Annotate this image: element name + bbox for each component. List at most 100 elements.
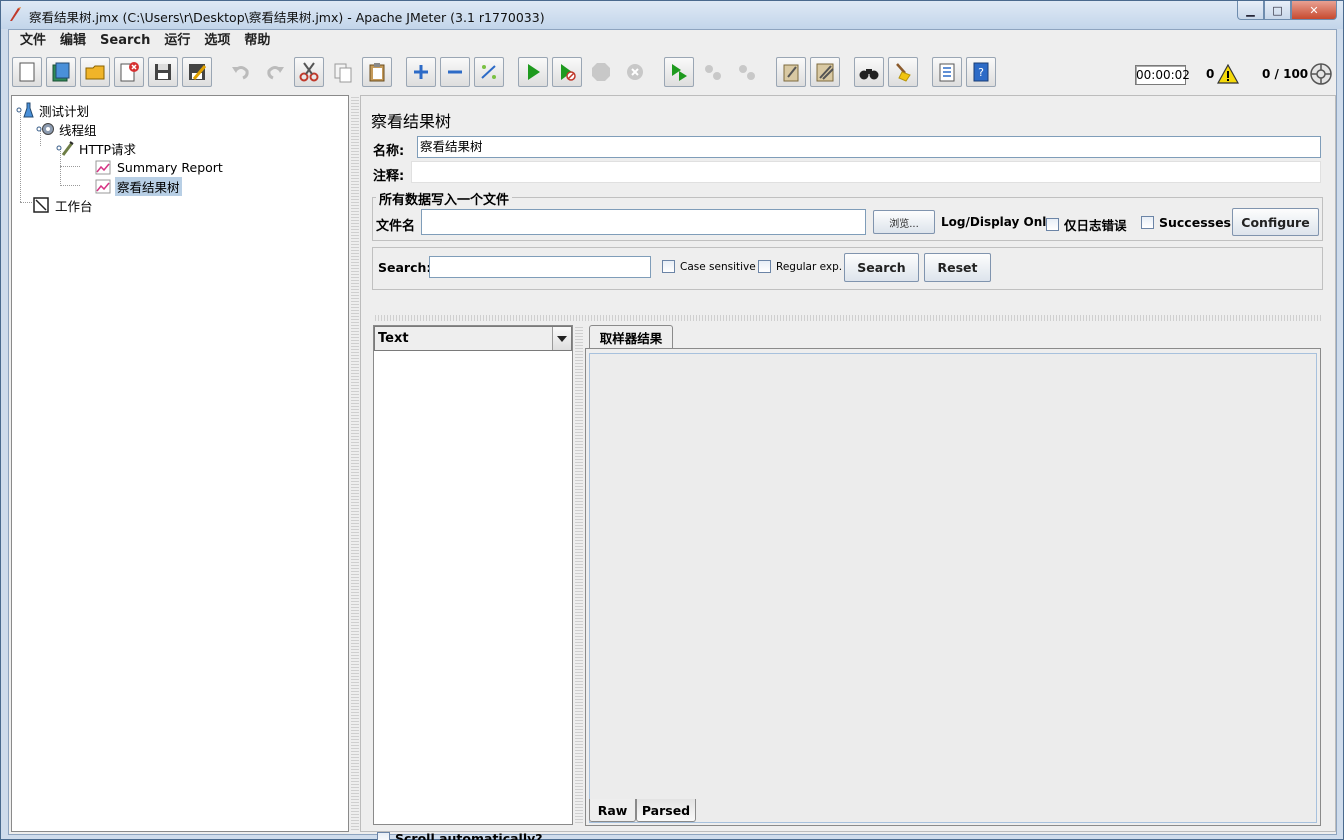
save-as-icon — [189, 64, 207, 80]
maximize-icon: □ — [1272, 3, 1283, 17]
renderer-dropdown-button[interactable] — [552, 327, 571, 350]
menu-help[interactable]: 帮助 — [237, 30, 277, 52]
help-button[interactable]: ? — [966, 57, 996, 87]
start-no-pause-button[interactable] — [552, 57, 582, 87]
filename-input[interactable] — [421, 209, 866, 235]
checkbox-box[interactable] — [758, 260, 771, 273]
start-play-icon — [528, 64, 540, 80]
results-splitter[interactable] — [373, 315, 1321, 321]
redo-button[interactable] — [260, 57, 290, 87]
configure-button[interactable]: Configure — [1232, 208, 1319, 236]
tree-item-test-plan[interactable]: 测试计划 — [16, 101, 91, 119]
scroll-automatically-checkbox[interactable]: Scroll automatically? — [377, 831, 543, 840]
regex-checkbox[interactable]: Regular exp. — [758, 260, 842, 273]
main-splitter[interactable] — [351, 95, 359, 832]
menu-search[interactable]: Search — [93, 30, 157, 52]
client-area: 文件 编辑 Search 运行 选项 帮助 ? 00:00:02 0 0 / 1… — [8, 29, 1337, 840]
save-disk-icon — [155, 64, 171, 80]
undo-button[interactable] — [226, 57, 256, 87]
window-title: 察看结果树.jmx (C:\Users\r\Desktop\察看结果树.jmx)… — [29, 10, 545, 25]
name-label: 名称: — [373, 144, 405, 159]
tree-item-label: 测试计划 — [39, 103, 90, 119]
successes-checkbox[interactable]: Successes — [1141, 215, 1231, 230]
browse-button[interactable]: 浏览... — [873, 210, 935, 234]
comment-label: 注释: — [373, 169, 405, 184]
reset-button[interactable]: Reset — [924, 253, 991, 282]
warning-icon[interactable] — [1217, 64, 1239, 84]
results-vertical-splitter[interactable] — [575, 325, 583, 825]
remote-start-button[interactable] — [664, 57, 694, 87]
save-button[interactable] — [148, 57, 178, 87]
tree-item-http-request[interactable]: HTTP请求 — [56, 139, 138, 157]
shutdown-button[interactable] — [620, 57, 650, 87]
comment-input[interactable] — [411, 161, 1321, 183]
plus-icon — [414, 65, 428, 79]
search-input[interactable] — [429, 256, 651, 278]
checkbox-label: Case sensitive — [680, 260, 756, 273]
result-text-area[interactable] — [589, 353, 1317, 823]
clear-all-button[interactable] — [810, 57, 840, 87]
start-button[interactable] — [518, 57, 548, 87]
clear-broom-icon — [783, 64, 799, 82]
menu-file[interactable]: 文件 — [13, 30, 53, 52]
clear-button[interactable] — [776, 57, 806, 87]
tree-item-label: 察看结果树 — [115, 176, 182, 196]
remote-stop-icon — [705, 65, 721, 80]
stop-icon — [592, 63, 610, 81]
copy-icon — [334, 63, 352, 83]
broom-icon — [896, 63, 911, 82]
collapse-all-button[interactable] — [440, 57, 470, 87]
tree-item-summary-report[interactable]: Summary Report — [94, 158, 225, 176]
open-button[interactable] — [80, 57, 110, 87]
sample-result-list: Text — [373, 325, 573, 825]
renderer-select[interactable]: Text — [374, 326, 572, 351]
search-button-toolbar[interactable] — [854, 57, 884, 87]
tree-item-workbench[interactable]: 工作台 — [32, 196, 95, 214]
minimize-button[interactable]: ▁ — [1237, 1, 1264, 20]
search-button[interactable]: Search — [844, 253, 919, 282]
menu-options[interactable]: 选项 — [197, 30, 237, 52]
templates-button[interactable] — [46, 57, 76, 87]
new-button[interactable] — [12, 57, 42, 87]
toolbar: ? 00:00:02 0 0 / 100 — [9, 54, 1336, 94]
tab-raw[interactable]: Raw — [589, 799, 636, 822]
listener-chart-icon — [95, 179, 111, 194]
copy-button[interactable] — [328, 57, 358, 87]
tree-item-view-results-tree[interactable]: 察看结果树 — [94, 176, 182, 196]
active-threads: 0 / 100 — [1262, 67, 1309, 81]
menu-edit[interactable]: 编辑 — [53, 30, 93, 52]
close-file-button[interactable] — [114, 57, 144, 87]
name-input[interactable]: 察看结果树 — [417, 136, 1321, 158]
toggle-wand-icon — [481, 65, 496, 79]
start-no-timers-icon — [561, 64, 576, 81]
new-document-icon — [19, 62, 35, 82]
errors-only-checkbox[interactable]: 仅日志错误 — [1046, 215, 1127, 234]
remote-stop-button[interactable] — [698, 57, 728, 87]
remote-shutdown-button[interactable] — [732, 57, 762, 87]
menu-run[interactable]: 运行 — [157, 30, 197, 52]
reset-search-button[interactable] — [888, 57, 918, 87]
function-helper-button[interactable] — [932, 57, 962, 87]
tab-parsed[interactable]: Parsed — [636, 799, 696, 822]
toggle-button[interactable] — [474, 57, 504, 87]
expand-all-button[interactable] — [406, 57, 436, 87]
checkbox-box[interactable] — [1141, 216, 1154, 229]
checkbox-box[interactable] — [377, 832, 390, 840]
tab-sampler-result[interactable]: 取样器结果 — [589, 325, 673, 348]
sampler-result-content — [585, 348, 1321, 826]
cut-button[interactable] — [294, 57, 324, 87]
case-sensitive-checkbox[interactable]: Case sensitive — [662, 260, 756, 273]
clear-all-icon — [816, 63, 834, 82]
save-as-button[interactable] — [182, 57, 212, 87]
svg-text:?: ? — [978, 66, 984, 79]
close-button[interactable]: ✕ — [1291, 1, 1337, 20]
stop-button[interactable] — [586, 57, 616, 87]
checkbox-box[interactable] — [1046, 218, 1059, 231]
checkbox-box[interactable] — [662, 260, 675, 273]
sample-list-area[interactable] — [374, 352, 572, 824]
tree-item-thread-group[interactable]: 线程组 — [36, 120, 99, 138]
close-file-icon — [120, 62, 139, 82]
maximize-button[interactable]: □ — [1264, 1, 1291, 20]
paste-button[interactable] — [362, 57, 392, 87]
checkbox-label: Regular exp. — [776, 260, 843, 273]
